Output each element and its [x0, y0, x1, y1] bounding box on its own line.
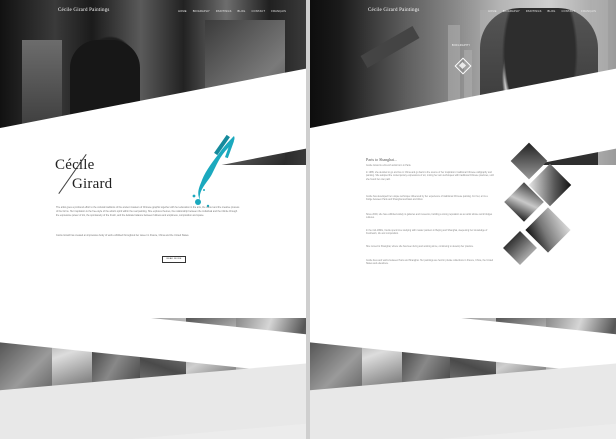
artist-last-name: Girard — [72, 176, 113, 192]
bio-paragraph-2: In 1985, she decided to go and live in C… — [366, 172, 494, 181]
bio-paragraph-5: In the mid-1990s, Cécile spent time stud… — [366, 230, 488, 236]
artist-first-name: Cécile — [55, 157, 95, 173]
biography-title: Paris to Shanghai... — [366, 157, 397, 162]
nav-item-language[interactable]: Français — [581, 10, 596, 13]
site-brand[interactable]: Cécile Girard Paintings — [368, 8, 420, 13]
exhibitions-paragraph: Cécile Girard has created an impressive … — [56, 234, 190, 237]
nav-item-paintings[interactable]: Paintings — [526, 10, 542, 13]
bio-paragraph-6: She moved to Shanghai, where she has bee… — [366, 246, 474, 248]
nav-item-biography[interactable]: Biography — [193, 10, 210, 13]
bio-paragraph-1: Cécile Girard is a French artist born in… — [366, 165, 412, 167]
site-brand[interactable]: Cécile Girard Paintings — [58, 8, 110, 13]
nav-item-contact[interactable]: Contact — [252, 10, 266, 13]
intro-paragraph: The artist goes a profound effort to the… — [56, 206, 240, 217]
main-nav: Home Biography Paintings Blog Contact Fr… — [488, 10, 596, 13]
biography-page-preview: Cécile Girard Paintings Home Biography P… — [310, 0, 616, 439]
read-more-button[interactable]: READ MORE — [162, 256, 186, 263]
section-tag: BIOGRAPHY — [452, 44, 471, 47]
nav-item-home[interactable]: Home — [178, 10, 187, 13]
hero-brush — [360, 25, 420, 69]
bio-paragraph-4: Since 2000, she has exhibited widely in … — [366, 214, 493, 220]
main-nav: Home Biography Paintings Blog Contact Fr… — [178, 10, 286, 13]
nav-item-contact[interactable]: Contact — [562, 10, 576, 13]
ink-splash-brush-icon — [192, 134, 235, 208]
nav-item-blog[interactable]: Blog — [238, 10, 246, 13]
nav-item-language[interactable]: Français — [271, 10, 286, 13]
screenshot-stage: Cécile Girard Paintings Home Biography P… — [0, 0, 616, 439]
nav-item-blog[interactable]: Blog — [548, 10, 556, 13]
bio-paragraph-3: Cécile has developed her unique techniqu… — [366, 196, 488, 202]
home-page-preview: Cécile Girard Paintings Home Biography P… — [0, 0, 306, 439]
nav-item-paintings[interactable]: Paintings — [216, 10, 232, 13]
nav-item-home[interactable]: Home — [488, 10, 497, 13]
bio-paragraph-7: Cécile lives and works between Paris and… — [366, 260, 494, 266]
nav-item-biography[interactable]: Biography — [503, 10, 520, 13]
